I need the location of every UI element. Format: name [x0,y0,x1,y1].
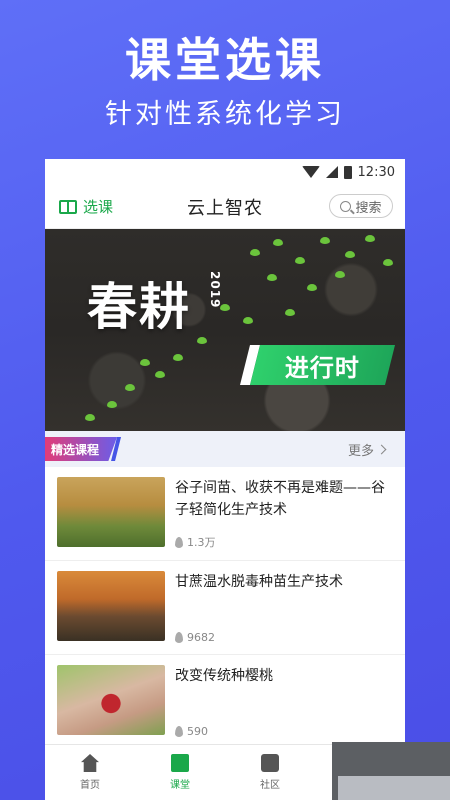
signal-icon [325,166,338,178]
course-views: 1.3万 [175,534,393,550]
tab-home-label: 首页 [80,780,100,791]
course-title: 甘蔗温水脱毒种苗生产技术 [175,574,343,590]
home-icon [81,754,99,772]
course-views-count: 9682 [187,631,215,644]
book-icon [59,199,77,214]
tab-community[interactable]: 社区 [225,745,315,800]
chat-icon [261,754,279,772]
battery-icon [343,165,352,179]
banner-year: 2019 [208,271,222,309]
course-views: 9682 [175,631,393,644]
tab-home[interactable]: 首页 [45,745,135,800]
promo-subtitle: 针对性系统化学习 [105,99,345,130]
banner-tag-text: 进行时 [285,353,360,382]
course-thumbnail [57,571,165,641]
course-item[interactable]: 甘蔗温水脱毒种苗生产技术 9682 [45,561,405,655]
section-label: 精选课程 [45,437,118,461]
section-header: 精选课程 更多 [45,431,405,467]
banner-title: 春耕 [87,278,191,336]
course-thumbnail [57,665,165,735]
course-select-button[interactable]: 选课 [59,196,113,217]
banner-tag: 进行时 [250,345,395,385]
fire-icon [175,726,183,737]
fire-icon [175,632,183,643]
course-item[interactable]: 谷子间苗、收获不再是难题——谷子轻简化生产技术 1.3万 [45,467,405,561]
banner[interactable]: 春耕 2019 进行时 [45,229,405,431]
tab-community-label: 社区 [260,780,280,791]
tab-classroom-label: 课堂 [170,780,190,791]
wifi-icon [301,166,320,178]
app-bar: 选课 云上智农 搜索 [45,185,405,229]
course-views-count: 590 [187,725,208,738]
course-item[interactable]: 改变传统种樱桃 590 [45,655,405,749]
corner-block-light [338,776,450,800]
course-list: 谷子间苗、收获不再是难题——谷子轻简化生产技术 1.3万 甘蔗温水脱毒种苗生产技… [45,467,405,749]
tab-classroom[interactable]: 课堂 [135,745,225,800]
course-views: 590 [175,725,393,738]
status-bar: 12:30 [45,159,405,185]
more-label: 更多 [347,443,374,459]
more-link[interactable]: 更多 [347,440,387,459]
course-title: 改变传统种樱桃 [175,668,273,684]
search-label: 搜索 [355,200,382,216]
status-time: 12:30 [357,164,395,180]
course-select-label: 选课 [83,198,114,216]
course-title: 谷子间苗、收获不再是难题——谷子轻简化生产技术 [175,480,385,518]
fire-icon [175,536,183,548]
search-icon [340,200,352,212]
classroom-icon [171,754,189,772]
chevron-right-icon [376,444,387,454]
promo-title: 课堂选课 [125,33,325,87]
course-thumbnail [57,477,165,547]
course-views-count: 1.3万 [187,536,216,549]
phone-screen: 12:30 选课 云上智农 搜索 春耕 2019 进行时 精选课程 更多 谷子间… [45,159,405,800]
search-button[interactable]: 搜索 [329,194,393,218]
